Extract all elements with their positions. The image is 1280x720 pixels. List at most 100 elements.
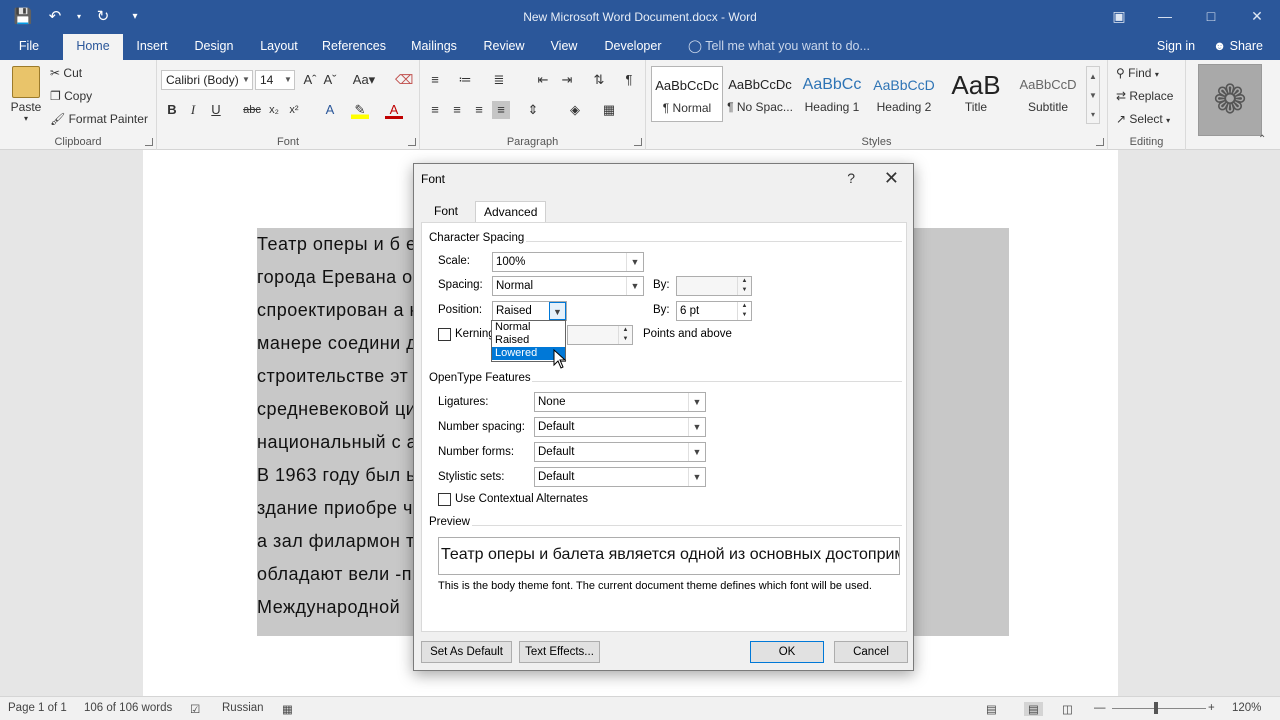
page-count[interactable]: Page 1 of 1 [8,702,67,714]
multilevel-list-icon[interactable]: ≣ [490,71,508,89]
style-heading-2[interactable]: AaBbCcD Heading 2 [868,66,940,122]
read-mode-icon[interactable]: ▤ [986,702,997,716]
style-subtitle[interactable]: AaBbCcD Subtitle [1012,66,1084,122]
share-button[interactable]: ☻ Share [1208,34,1268,60]
collapse-ribbon-icon[interactable]: ⌃ [1258,134,1266,145]
spacing-by-stepper[interactable]: ▲ ▼ [676,276,752,296]
number-spacing-select[interactable]: Default ▼ [534,417,706,437]
contextual-alternates-checkbox[interactable] [438,493,451,506]
strikethrough-icon[interactable]: abc [241,101,263,119]
word-count[interactable]: 106 of 106 words [84,702,172,714]
font-size-combo[interactable]: 14 ▼ [255,70,295,90]
shading-icon[interactable]: ◈ [566,101,584,119]
tab-mailings[interactable]: Mailings [403,34,465,60]
line-spacing-icon[interactable]: ⇕ [524,101,542,119]
cut-button[interactable]: ✂ Cut [50,66,82,80]
increase-indent-icon[interactable]: ⇥ [558,71,576,89]
kerning-checkbox[interactable] [438,328,451,341]
format-painter-button[interactable]: 🖌 Format Painter [50,112,148,126]
ok-button[interactable]: OK [750,641,824,663]
option-normal[interactable]: Normal [492,321,565,334]
numbering-icon[interactable]: ≔ [456,71,474,89]
highlight-icon[interactable]: ✎ [351,101,369,119]
text-effects-button[interactable]: Text Effects... [519,641,600,663]
kerning-points-stepper[interactable]: ▲ ▼ [567,325,633,345]
align-right-icon[interactable]: ≡ [470,101,488,119]
macro-icon[interactable]: ▦ [282,702,293,716]
spin-down-icon[interactable]: ▼ [737,311,751,320]
sign-in-link[interactable]: Sign in [1150,34,1202,60]
zoom-slider-track[interactable] [1112,708,1206,709]
spin-up-icon[interactable]: ▲ [737,302,751,311]
style-normal[interactable]: AaBbCcDc ¶ Normal [651,66,723,122]
style-no-spacing[interactable]: AaBbCcDc ¶ No Spac... [724,66,796,122]
tab-home[interactable]: Home [63,34,123,60]
underline-icon[interactable]: U [207,101,225,119]
position-select[interactable]: Raised ▼ [492,301,567,321]
pilcrow-icon[interactable]: ¶ [620,71,638,89]
tab-design[interactable]: Design [188,34,240,60]
shrink-font-icon[interactable]: Aˇ [321,71,339,89]
bold-icon[interactable]: B [163,101,181,119]
spin-up-icon[interactable]: ▲ [618,326,632,335]
position-by-stepper[interactable]: 6 pt ▲ ▼ [676,301,752,321]
tab-insert[interactable]: Insert [129,34,175,60]
dialog-launcher-icon[interactable] [408,138,416,146]
maximize-icon[interactable]: □ [1188,0,1234,34]
minimize-icon[interactable]: — [1142,0,1188,34]
paste-button[interactable]: Paste ▾ [8,66,44,123]
superscript-icon[interactable]: x² [285,101,303,119]
ribbon-display-icon[interactable]: ▣ [1096,0,1142,34]
zoom-slider-thumb[interactable] [1154,702,1158,714]
copy-button[interactable]: ❐ Copy [50,89,92,103]
help-icon[interactable]: ? [847,170,855,186]
style-heading-1[interactable]: AaBbCc Heading 1 [796,66,868,122]
align-left-icon[interactable]: ≡ [426,101,444,119]
align-center-icon[interactable]: ≡ [448,101,466,119]
close-icon[interactable]: ✕ [1234,0,1280,34]
font-name-combo[interactable]: Calibri (Body) ▼ [161,70,253,90]
tab-file[interactable]: File [10,34,48,60]
spin-up-icon[interactable]: ▲ [737,277,751,286]
style-title[interactable]: AaB Title [940,66,1012,122]
replace-button[interactable]: ⇄ Replace [1116,89,1173,103]
option-raised[interactable]: Raised [492,334,565,347]
zoom-out-icon[interactable]: — [1094,702,1106,714]
tell-me-box[interactable]: ◯ Tell me what you want to do... [688,34,878,60]
proofing-icon[interactable]: ☑ [190,702,200,716]
web-layout-icon[interactable]: ◫ [1062,702,1073,716]
justify-icon[interactable]: ≡ [492,101,510,119]
styles-scroll[interactable]: ▲ ▼ ▾ [1086,66,1100,124]
language[interactable]: Russian [222,702,264,714]
subscript-icon[interactable]: x₂ [265,101,283,119]
close-icon[interactable]: ✕ [884,168,899,189]
tab-developer[interactable]: Developer [598,34,668,60]
spin-down-icon[interactable]: ▼ [737,286,751,295]
find-button[interactable]: ⚲ Find ▾ [1116,66,1159,80]
grow-font-icon[interactable]: Aˆ [301,71,319,89]
number-forms-select[interactable]: Default ▼ [534,442,706,462]
dialog-launcher-icon[interactable] [145,138,153,146]
tab-view[interactable]: View [545,34,583,60]
decrease-indent-icon[interactable]: ⇤ [534,71,552,89]
tab-layout[interactable]: Layout [253,34,305,60]
spin-down-icon[interactable]: ▼ [618,335,632,344]
set-as-default-button[interactable]: Set As Default [421,641,512,663]
dialog-launcher-icon[interactable] [1096,138,1104,146]
zoom-level[interactable]: 120% [1232,702,1261,714]
text-effects-icon[interactable]: A [321,101,339,119]
change-case-icon[interactable]: Aa▾ [351,71,377,89]
tab-references[interactable]: References [318,34,390,60]
sort-icon[interactable]: ⇅ [590,71,608,89]
tab-font[interactable]: Font [426,201,466,223]
scale-select[interactable]: 100% ▼ [492,252,644,272]
dialog-launcher-icon[interactable] [634,138,642,146]
spacing-select[interactable]: Normal ▼ [492,276,644,296]
italic-icon[interactable]: I [184,101,202,119]
select-button[interactable]: ↗ Select ▾ [1116,112,1170,126]
clear-formatting-icon[interactable]: ⌫ [395,71,413,89]
print-layout-icon[interactable]: ▤ [1024,702,1043,716]
borders-icon[interactable]: ▦ [600,101,618,119]
cancel-button[interactable]: Cancel [834,641,908,663]
tab-advanced[interactable]: Advanced [475,201,547,223]
